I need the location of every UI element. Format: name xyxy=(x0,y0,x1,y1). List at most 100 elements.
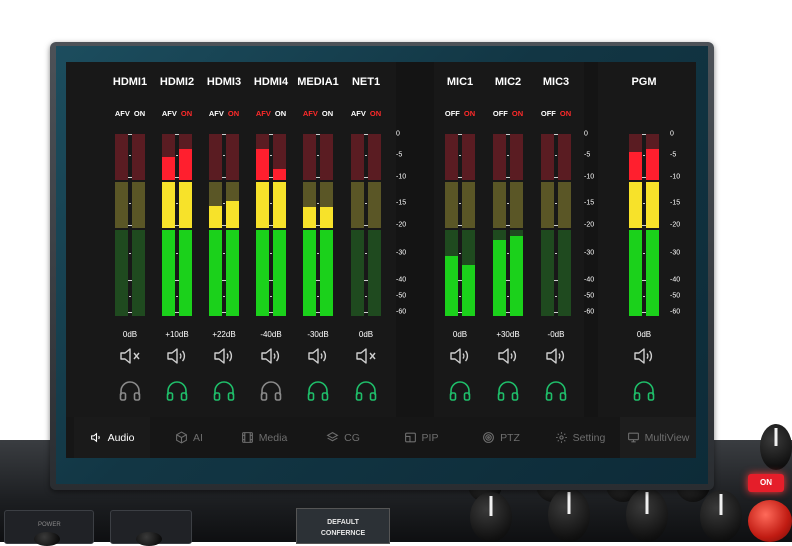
headphones-icon[interactable] xyxy=(632,380,656,402)
headphones-icon[interactable] xyxy=(165,380,189,402)
knob[interactable] xyxy=(760,424,792,470)
channel-name: MIC2 xyxy=(494,76,522,88)
meter-tick xyxy=(554,280,558,281)
meter-fill-segment-grn xyxy=(226,230,239,316)
knob[interactable] xyxy=(548,488,590,542)
meter-tick xyxy=(459,155,461,156)
meter-segment-yel xyxy=(115,182,128,228)
tab-pip[interactable]: PIP xyxy=(396,417,446,458)
tab-label: AI xyxy=(193,431,203,444)
meter-tick xyxy=(128,225,132,226)
meter-segment-yel xyxy=(351,182,364,228)
scale-label: -10 xyxy=(584,173,595,181)
speaker-on-icon[interactable] xyxy=(259,344,283,368)
on-toggle[interactable]: ON xyxy=(322,109,333,118)
gain-value: +22dB xyxy=(212,330,236,339)
left-channel-bar xyxy=(162,134,175,316)
tab-multiview[interactable]: MultiView xyxy=(620,417,696,458)
headphones-icon[interactable] xyxy=(354,380,378,402)
meter-tick xyxy=(458,225,462,226)
meter-fill-segment-grn xyxy=(256,230,269,316)
scale-label: -5 xyxy=(584,151,591,159)
db-scale: 0 -5 -10 -15 -20 -30 -40 -50 -60 xyxy=(584,131,614,316)
on-toggle[interactable]: ON xyxy=(275,109,286,118)
film-icon xyxy=(241,431,254,444)
tab-cg[interactable]: CG xyxy=(318,417,368,458)
on-toggle[interactable]: ON xyxy=(134,109,145,118)
meter-segment-red xyxy=(320,134,333,180)
knob[interactable] xyxy=(626,488,668,542)
headphones-icon[interactable] xyxy=(118,380,142,402)
gain-value: +10dB xyxy=(165,330,189,339)
headphones-icon[interactable] xyxy=(212,380,236,402)
afv-toggle[interactable]: AFV xyxy=(303,109,318,118)
tab-setting[interactable]: Setting xyxy=(548,417,612,458)
meter-segment-red xyxy=(445,134,458,180)
knob[interactable] xyxy=(700,490,742,542)
afv-toggle[interactable]: AFV xyxy=(115,109,130,118)
meter-tick xyxy=(176,203,178,204)
meter-tick xyxy=(554,225,558,226)
meter-tick xyxy=(555,155,557,156)
speaker-on-icon[interactable] xyxy=(306,344,330,368)
speaker-on-icon[interactable] xyxy=(496,344,520,368)
on-toggle[interactable]: ON xyxy=(464,109,475,118)
tab-label: Setting xyxy=(572,431,606,444)
red-knob[interactable] xyxy=(748,500,792,542)
meter-segment-yel xyxy=(368,182,381,228)
knob[interactable] xyxy=(470,492,512,542)
tab-ptz[interactable]: PTZ xyxy=(476,417,526,458)
on-toggle[interactable]: ON xyxy=(512,109,523,118)
power-knob[interactable] xyxy=(34,532,60,546)
speaker-on-icon[interactable] xyxy=(544,344,568,368)
meter-fill-segment-grn xyxy=(303,230,316,316)
afv-toggle[interactable]: AFV xyxy=(256,109,271,118)
meter-tick xyxy=(507,203,509,204)
headphones-icon[interactable] xyxy=(306,380,330,402)
on-button[interactable]: ON xyxy=(748,474,784,492)
tab-label: PIP xyxy=(421,431,439,444)
on-toggle[interactable]: ON xyxy=(560,109,571,118)
afv-toggle[interactable]: AFV xyxy=(209,109,224,118)
meter-tick xyxy=(554,134,558,135)
bottom-tab-bar: Audio AI Media CG PIP PTZ Setting MultiView xyxy=(66,417,696,458)
headphones-icon[interactable] xyxy=(448,380,472,402)
speaker-on-icon[interactable] xyxy=(448,344,472,368)
on-toggle[interactable]: ON xyxy=(370,109,381,118)
left-channel-bar xyxy=(629,134,642,316)
meter-tick xyxy=(507,296,509,297)
tab-ai[interactable]: AI xyxy=(164,417,214,458)
speaker-muted-icon[interactable] xyxy=(354,344,378,368)
meter-tick xyxy=(642,225,646,226)
headphones-icon[interactable] xyxy=(496,380,520,402)
tab-audio[interactable]: Audio xyxy=(74,417,150,458)
afv-toggle[interactable]: AFV xyxy=(351,109,366,118)
meter-tick xyxy=(643,253,645,254)
on-toggle[interactable]: ON xyxy=(181,109,192,118)
tab-media[interactable]: Media xyxy=(234,417,294,458)
meter-segment-grn xyxy=(541,230,554,316)
speaker-muted-icon[interactable] xyxy=(118,344,142,368)
afv-toggle[interactable]: AFV xyxy=(162,109,177,118)
headphones-icon[interactable] xyxy=(259,380,283,402)
afv-toggle[interactable]: OFF xyxy=(445,109,460,118)
meter-fill-segment-grn xyxy=(209,230,222,316)
speaker-on-icon[interactable] xyxy=(165,344,189,368)
meter-segment-red xyxy=(351,134,364,180)
speaker-on-icon[interactable] xyxy=(212,344,236,368)
knob[interactable] xyxy=(136,532,162,546)
afv-toggle[interactable]: OFF xyxy=(541,109,556,118)
meter-tick xyxy=(128,280,132,281)
speaker-on-icon[interactable] xyxy=(632,344,656,368)
meter-segment-red xyxy=(368,134,381,180)
meter-segment-yel xyxy=(132,182,145,228)
meter-tick xyxy=(222,280,226,281)
meter-fill xyxy=(256,149,269,316)
meter-tick xyxy=(175,312,179,313)
meter-fill-segment-red xyxy=(646,148,659,181)
headphones-icon[interactable] xyxy=(544,380,568,402)
afv-toggle[interactable]: OFF xyxy=(493,109,508,118)
meter-tick xyxy=(222,312,226,313)
meter-fill xyxy=(462,265,475,316)
on-toggle[interactable]: ON xyxy=(228,109,239,118)
